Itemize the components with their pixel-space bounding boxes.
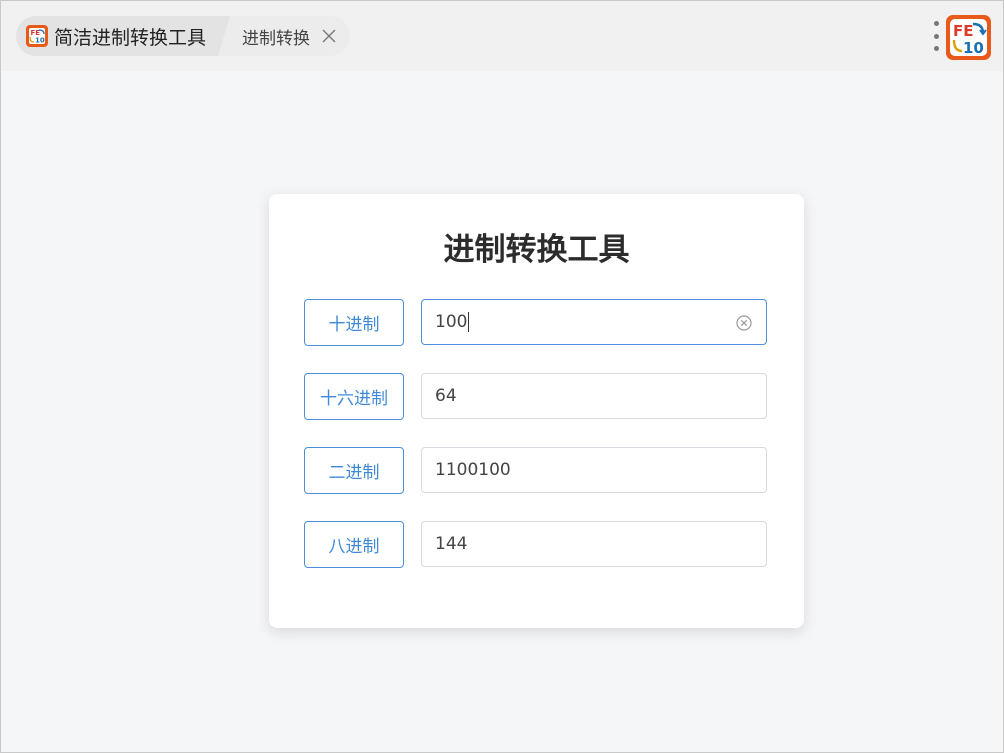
row-decimal: 十进制 100	[304, 299, 769, 346]
text-caret	[468, 312, 470, 332]
binary-input[interactable]: 1100100	[421, 447, 767, 493]
hex-value: 64	[435, 386, 457, 406]
binary-value: 1100100	[435, 460, 511, 480]
more-vertical-icon[interactable]	[929, 21, 943, 51]
tab-page[interactable]: 进制转换	[218, 16, 351, 56]
octal-value: 144	[435, 534, 468, 554]
octal-label-button[interactable]: 八进制	[304, 521, 404, 568]
close-icon[interactable]	[320, 27, 338, 45]
clear-circle-icon[interactable]	[735, 314, 753, 332]
decimal-value: 100	[435, 312, 468, 332]
tab-app[interactable]: FE 10 简洁进制转换工具	[16, 16, 231, 56]
svg-text:10: 10	[963, 39, 984, 57]
app-icon: FE 10	[26, 25, 48, 47]
svg-text:10: 10	[35, 37, 45, 45]
tab-page-label: 进制转换	[242, 28, 311, 49]
row-octal: 八进制 144	[304, 521, 769, 568]
converter-card: 进制转换工具 十进制 100 十六进制 64 二进制 1100100 八进制 1…	[269, 194, 804, 628]
decimal-label-button[interactable]: 十进制	[304, 299, 404, 346]
decimal-input[interactable]: 100	[421, 299, 767, 345]
row-hex: 十六进制 64	[304, 373, 769, 420]
octal-input[interactable]: 144	[421, 521, 767, 567]
hex-input[interactable]: 64	[421, 373, 767, 419]
row-binary: 二进制 1100100	[304, 447, 769, 494]
binary-label-button[interactable]: 二进制	[304, 447, 404, 494]
fe10-app-icon[interactable]: FE 10	[946, 15, 991, 60]
tab-strip: FE 10 简洁进制转换工具 进制转换	[16, 16, 351, 56]
tab-app-label: 简洁进制转换工具	[54, 26, 207, 49]
hex-label-button[interactable]: 十六进制	[304, 373, 404, 420]
card-title: 进制转换工具	[443, 232, 630, 268]
svg-text:FE: FE	[953, 22, 974, 40]
title-bar: FE 10 简洁进制转换工具 进制转换 FE 10	[1, 1, 1003, 71]
